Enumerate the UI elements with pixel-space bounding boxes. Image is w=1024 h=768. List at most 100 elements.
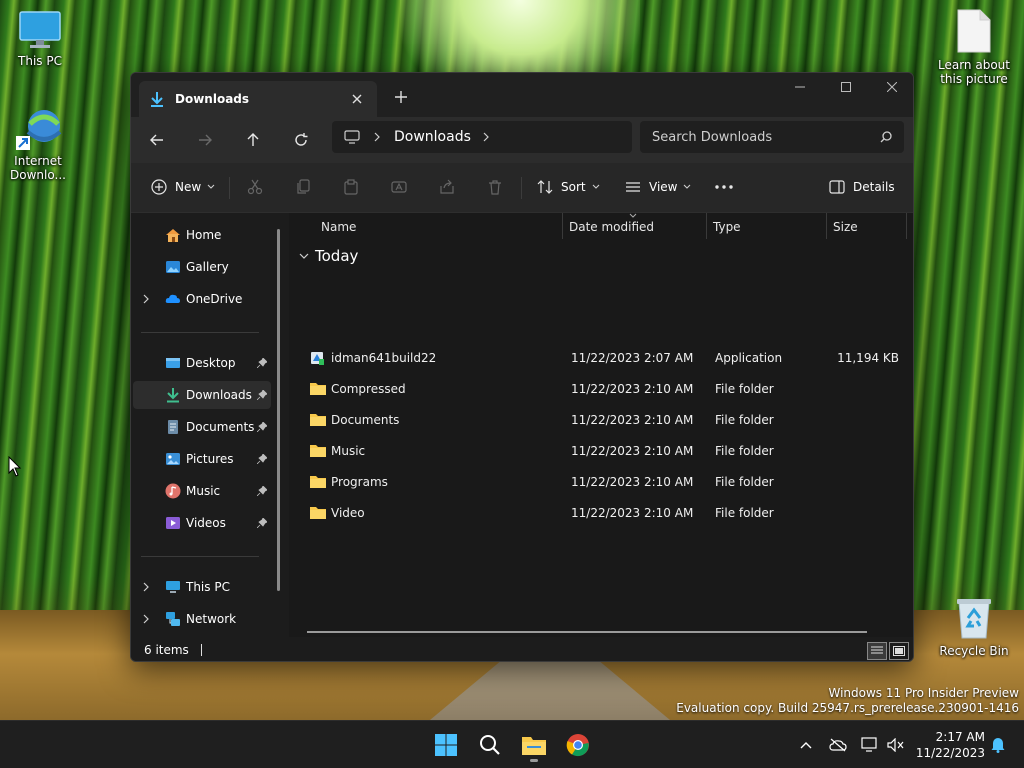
column-divider[interactable] xyxy=(706,213,707,239)
windows-logo-icon xyxy=(435,734,457,756)
divider xyxy=(229,177,230,199)
network-tray-icon[interactable] xyxy=(860,735,880,755)
nav-scrollbar[interactable] xyxy=(277,229,280,591)
nav-item-documents[interactable]: Documents xyxy=(133,413,271,441)
command-bar: New Sort View Details xyxy=(131,163,913,213)
group-label: Today xyxy=(315,247,359,265)
clipboard-icon xyxy=(344,179,358,195)
group-header-today[interactable]: Today xyxy=(299,247,358,265)
chevron-right-icon xyxy=(143,294,149,304)
file-explorer-taskbar-button[interactable] xyxy=(518,729,550,762)
pictures-icon xyxy=(166,453,180,465)
up-button[interactable] xyxy=(237,125,269,155)
new-button[interactable]: New xyxy=(151,171,215,203)
horizontal-scrollbar[interactable] xyxy=(307,631,867,633)
chevron-right-icon xyxy=(143,582,149,592)
close-button[interactable] xyxy=(869,73,913,101)
nav-item-music[interactable]: Music xyxy=(133,477,271,505)
table-row[interactable]: Video 11/22/2023 2:10 AM File folder xyxy=(301,498,899,528)
monitor-icon xyxy=(344,130,360,144)
delete-button[interactable] xyxy=(487,171,503,203)
back-button[interactable] xyxy=(141,125,173,155)
column-divider[interactable] xyxy=(562,213,563,239)
tiles-view-icon xyxy=(893,646,905,656)
nav-item-network[interactable]: Network xyxy=(133,605,271,633)
file-type: File folder xyxy=(715,382,774,396)
desktop-icon-learn-about-picture[interactable]: Learn about this picture xyxy=(934,8,1014,86)
notifications-button[interactable] xyxy=(988,735,1008,755)
paste-button[interactable] xyxy=(343,171,359,203)
column-header-name[interactable]: Name xyxy=(321,213,561,241)
details-button[interactable]: Details xyxy=(829,171,901,203)
minimize-button[interactable] xyxy=(777,73,823,101)
search-box[interactable] xyxy=(640,121,904,153)
start-button[interactable] xyxy=(430,729,462,761)
nav-item-desktop[interactable]: Desktop xyxy=(133,349,271,377)
chevron-right-icon xyxy=(483,132,489,142)
table-row[interactable]: idman641build22 11/22/2023 2:07 AM Appli… xyxy=(301,343,899,373)
nav-item-downloads[interactable]: Downloads xyxy=(133,381,271,409)
more-options-button[interactable] xyxy=(715,171,733,203)
file-date: 11/22/2023 2:07 AM xyxy=(571,351,694,365)
cloud-offline-icon xyxy=(829,738,847,752)
tab-close-button[interactable] xyxy=(347,89,367,109)
nav-item-home[interactable]: Home xyxy=(133,221,271,249)
column-divider[interactable] xyxy=(906,213,907,239)
nav-item-this-pc[interactable]: This PC xyxy=(133,573,271,601)
breadcrumb-downloads[interactable]: Downloads xyxy=(394,129,471,145)
view-button[interactable]: View xyxy=(625,171,691,203)
details-pane-icon xyxy=(829,180,845,194)
status-bar: 6 items xyxy=(131,637,913,661)
table-row[interactable]: Music 11/22/2023 2:10 AM File folder xyxy=(301,436,899,466)
nav-label: OneDrive xyxy=(186,292,243,306)
file-type: File folder xyxy=(715,506,774,520)
chrome-taskbar-button[interactable] xyxy=(562,729,594,761)
nav-item-videos[interactable]: Videos xyxy=(133,509,271,537)
forward-button[interactable] xyxy=(189,125,221,155)
clock[interactable]: 2:17 AM 11/22/2023 xyxy=(915,729,985,761)
volume-tray-icon[interactable] xyxy=(886,735,906,755)
details-label: Details xyxy=(853,180,895,194)
cut-button[interactable] xyxy=(247,171,263,203)
search-taskbar-button[interactable] xyxy=(474,729,506,761)
column-header-date-modified[interactable]: Date modified xyxy=(569,213,705,241)
copy-button[interactable] xyxy=(295,171,311,203)
nav-item-gallery[interactable]: Gallery xyxy=(133,253,271,281)
address-bar[interactable]: Downloads xyxy=(332,121,632,153)
table-row[interactable]: Compressed 11/22/2023 2:10 AM File folder xyxy=(301,374,899,404)
tab-downloads[interactable]: Downloads xyxy=(139,81,377,117)
table-row[interactable]: Documents 11/22/2023 2:10 AM File folder xyxy=(301,405,899,435)
share-button[interactable] xyxy=(439,171,455,203)
column-header-type[interactable]: Type xyxy=(713,213,823,241)
show-hidden-icons-button[interactable] xyxy=(796,735,816,755)
search-input[interactable] xyxy=(652,129,880,145)
tiles-view-toggle[interactable] xyxy=(889,642,909,660)
desktop-icon-this-pc[interactable]: This PC xyxy=(0,10,80,68)
column-header-size[interactable]: Size xyxy=(833,213,903,241)
download-icon xyxy=(151,92,163,107)
desktop-icon-recycle-bin[interactable]: Recycle Bin xyxy=(934,596,1014,658)
details-view-toggle[interactable] xyxy=(867,642,887,660)
desktop-icon-internet-download-manager[interactable]: Internet Downlo... xyxy=(0,106,78,182)
onedrive-tray-icon[interactable] xyxy=(828,735,848,755)
nav-label: Documents xyxy=(186,420,255,434)
rename-icon xyxy=(391,181,407,193)
nav-label: Music xyxy=(186,484,221,498)
sort-button[interactable]: Sort xyxy=(537,171,600,203)
maximize-button[interactable] xyxy=(823,73,869,101)
nav-label: Gallery xyxy=(186,260,229,274)
rename-button[interactable] xyxy=(391,171,407,203)
new-tab-button[interactable] xyxy=(389,85,413,109)
table-row[interactable]: Programs 11/22/2023 2:10 AM File folder xyxy=(301,467,899,497)
gallery-icon xyxy=(166,261,180,273)
refresh-button[interactable] xyxy=(285,125,317,155)
nav-item-pictures[interactable]: Pictures xyxy=(133,445,271,473)
pin-icon xyxy=(257,486,267,496)
file-date: 11/22/2023 2:10 AM xyxy=(571,506,694,520)
nav-label: Pictures xyxy=(186,452,234,466)
chevron-right-icon xyxy=(143,614,149,624)
download-icon xyxy=(167,388,179,403)
column-divider[interactable] xyxy=(826,213,827,239)
nav-item-onedrive[interactable]: OneDrive xyxy=(133,285,271,313)
monitor-icon xyxy=(19,11,61,48)
